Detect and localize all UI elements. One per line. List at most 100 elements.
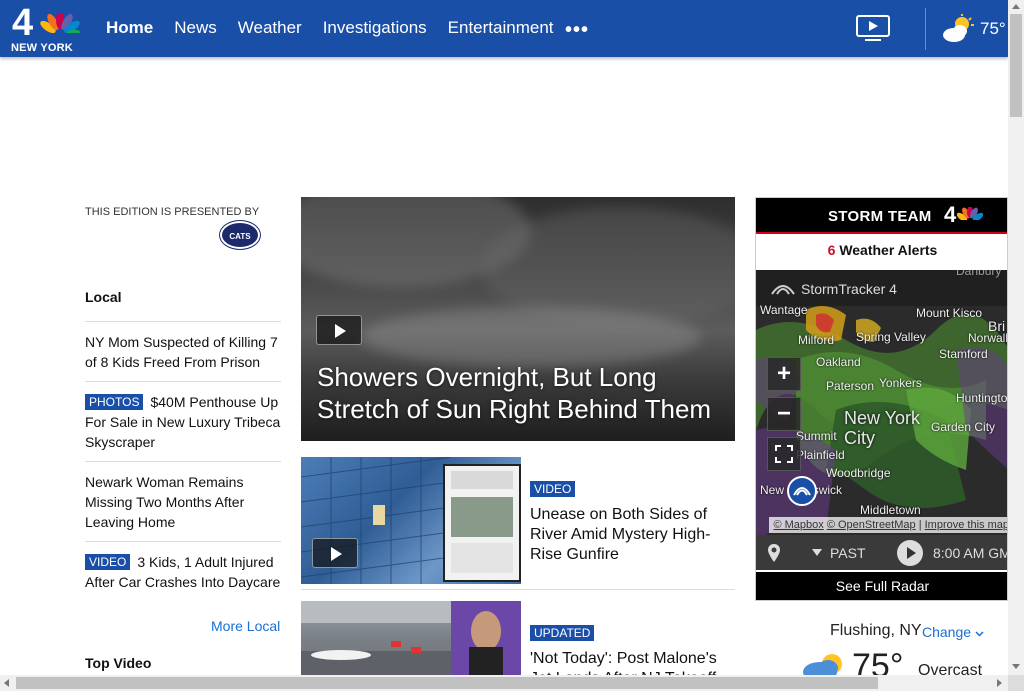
partly-cloudy-icon[interactable] — [940, 14, 976, 44]
list-item[interactable]: PHOTOS $40M Penthouse Up For Sale in New … — [85, 381, 281, 461]
story-headline[interactable]: Unease on Both Sides of River Amid Myste… — [530, 505, 730, 565]
fullscreen-icon — [775, 445, 793, 463]
updated-badge: UPDATED — [530, 625, 595, 641]
horizontal-scroll-thumb[interactable] — [16, 677, 878, 689]
map-label: Wantage — [760, 303, 808, 317]
page-viewport: 4 NEW YORK Home News Weather Investigati… — [0, 0, 1008, 675]
scrollbar-corner — [1008, 675, 1024, 691]
location-pin-icon[interactable] — [768, 544, 780, 562]
see-full-radar-button[interactable]: See Full Radar — [756, 572, 1007, 600]
storm-team-title: STORM TEAM — [828, 208, 932, 225]
alerts-label: Weather Alerts — [839, 242, 938, 258]
list-item[interactable]: Newark Woman Remains Missing Two Months … — [85, 461, 281, 541]
story-card[interactable]: VIDEO Unease on Both Sides of River Amid… — [301, 457, 735, 584]
alerts-count: 6 — [827, 242, 836, 258]
story-play-button[interactable] — [312, 538, 358, 568]
current-condition: Overcast — [918, 662, 983, 675]
story-text: UPDATED 'Not Today': Post Malone's Jet L… — [530, 625, 730, 675]
scroll-left-arrow-icon[interactable] — [4, 679, 9, 687]
header-accent-line — [756, 232, 1007, 234]
zoom-out-button[interactable]: − — [767, 397, 801, 431]
vertical-scrollbar[interactable] — [1008, 0, 1024, 675]
story-headline[interactable]: 'Not Today': Post Malone's Jet Lands Aft… — [530, 649, 730, 675]
chevron-down-icon — [975, 631, 984, 637]
mapbox-link[interactable]: © Mapbox — [773, 519, 823, 531]
stormtracker-label: StormTracker 4 — [801, 281, 897, 297]
weather-alerts[interactable]: 6 Weather Alerts — [756, 242, 1007, 258]
local-section-title[interactable]: Local — [85, 289, 122, 305]
list-item[interactable]: NY Mom Suspected of Killing 7 of 8 Kids … — [85, 321, 281, 381]
map-city-label: New York City — [844, 408, 921, 448]
story-card[interactable]: UPDATED 'Not Today': Post Malone's Jet L… — [301, 601, 735, 675]
map-label: Summit — [796, 429, 837, 443]
scroll-up-arrow-icon[interactable] — [1012, 4, 1020, 9]
map-label: Oakland — [816, 355, 861, 369]
past-toggle[interactable]: PAST — [830, 545, 866, 561]
osm-link[interactable]: © OpenStreetMap — [827, 519, 916, 531]
hero-image-cloud — [361, 307, 701, 367]
nav-entertainment[interactable]: Entertainment — [448, 18, 554, 38]
radar-play-button[interactable] — [897, 540, 923, 566]
map-label: Danbury — [956, 270, 1002, 278]
horizontal-scrollbar[interactable] — [0, 675, 1008, 691]
peacock-icon — [957, 207, 983, 224]
radar-controls: PAST 8:00 AM GMT — [756, 535, 1007, 570]
radar-time: 8:00 AM GMT — [933, 545, 1007, 561]
map-label: Garden City — [931, 420, 996, 434]
fullscreen-button[interactable] — [767, 437, 801, 471]
map-label: Milford — [798, 333, 835, 347]
scroll-right-arrow-icon[interactable] — [997, 679, 1002, 687]
location-marker-icon[interactable] — [786, 475, 818, 507]
map-attribution: © Mapbox © OpenStreetMap | Improve this … — [769, 517, 1007, 533]
caret-down-icon[interactable] — [812, 549, 822, 556]
header-temperature[interactable]: 75° — [980, 19, 1006, 39]
photos-badge: PHOTOS — [85, 394, 144, 410]
header-divider — [925, 8, 926, 50]
nbc-new-york-logo[interactable]: 4 NEW YORK — [10, 2, 80, 54]
tv-play-icon[interactable] — [855, 14, 891, 42]
site-header: 4 NEW YORK Home News Weather Investigati… — [0, 0, 1008, 57]
local-news-list: NY Mom Suspected of Killing 7 of 8 Kids … — [85, 321, 281, 601]
map-label: Spring Valley — [856, 330, 926, 344]
video-badge: VIDEO — [530, 481, 576, 497]
more-local-link[interactable]: More Local — [211, 618, 280, 634]
sponsor-logo[interactable]: CATS PRIDE — [220, 221, 260, 269]
change-location-button[interactable]: Change — [922, 624, 984, 640]
improve-map-link[interactable]: Improve this map — [925, 519, 1007, 531]
story-text: VIDEO Unease on Both Sides of River Amid… — [530, 481, 730, 565]
logo-number: 4 — [12, 2, 33, 44]
nav-news[interactable]: News — [174, 18, 217, 38]
list-item[interactable]: VIDEO 3 Kids, 1 Adult Injured After Car C… — [85, 541, 281, 601]
change-label: Change — [922, 624, 972, 640]
map-label: Paterson — [826, 379, 875, 393]
current-location: Flushing, NY — [830, 622, 922, 639]
storm-team-header[interactable]: STORM TEAM 4 — [756, 198, 1007, 232]
logo-city: NEW YORK — [11, 42, 73, 54]
more-dots-icon[interactable]: ••• — [565, 20, 589, 40]
map-label: Bri — [988, 318, 1006, 334]
headline[interactable]: Newark Woman Remains Missing Two Months … — [85, 474, 244, 530]
top-video-title[interactable]: Top Video — [85, 655, 151, 671]
map-label: Middletown — [860, 503, 921, 517]
zoom-in-button[interactable]: + — [767, 357, 801, 391]
hero-headline[interactable]: Showers Overnight, But Long Stretch of S… — [317, 361, 727, 425]
map-label: Woodbridge — [826, 466, 891, 480]
hero-play-button[interactable] — [316, 315, 362, 345]
current-temperature: 75° — [852, 647, 904, 675]
headline[interactable]: NY Mom Suspected of Killing 7 of 8 Kids … — [85, 334, 278, 370]
vertical-scroll-thumb[interactable] — [1010, 14, 1022, 117]
radar-map[interactable]: StormTracker 4 Wantage Mount Kisco Milfo… — [756, 270, 1008, 570]
nav-investigations[interactable]: Investigations — [323, 18, 427, 38]
storm-team-widget: STORM TEAM 4 6 Weather Alerts StormTrack… — [755, 197, 1008, 601]
scroll-down-arrow-icon[interactable] — [1012, 664, 1020, 669]
main-nav: Home News Weather Investigations Enterta… — [106, 18, 575, 38]
storm-team-number: 4 — [944, 202, 957, 227]
nav-home[interactable]: Home — [106, 18, 153, 38]
nav-weather[interactable]: Weather — [238, 18, 302, 38]
story-divider — [301, 589, 735, 590]
hero-video[interactable]: Showers Overnight, But Long Stretch of S… — [301, 197, 735, 441]
story-thumbnail[interactable] — [301, 601, 521, 675]
map-label: Huntington — [956, 391, 1008, 405]
story-thumbnail[interactable] — [301, 457, 521, 584]
map-label: Yonkers — [879, 376, 922, 390]
